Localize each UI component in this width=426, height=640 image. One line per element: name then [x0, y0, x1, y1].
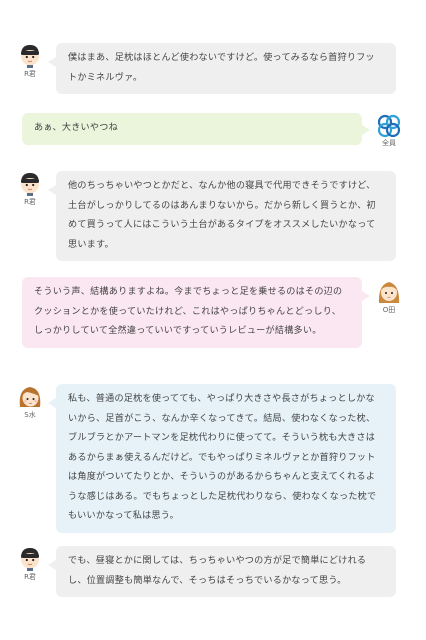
- bubble-tail: [48, 185, 56, 195]
- message-bubble: そういう声、結構ありますよね。今までちょっと足を乗せるのはその辺のクッションとか…: [22, 277, 362, 348]
- bubble-tail: [48, 398, 56, 408]
- speaker-avatar: R君: [10, 43, 50, 79]
- speaker-avatar: S水: [10, 384, 50, 420]
- speaker-avatar: R君: [10, 171, 50, 207]
- message-bubble: でも、昼寝とかに関しては、ちっちゃいやつの方が足で簡単にどけれるし、位置調整も簡…: [56, 546, 396, 597]
- boy-avatar-icon: [20, 547, 40, 572]
- boy-avatar-icon: [20, 172, 40, 197]
- girl-avatar-icon: [378, 281, 400, 304]
- bubble-tail: [48, 57, 56, 67]
- woman-avatar-icon: [19, 386, 41, 408]
- bubble-tail: [48, 560, 56, 570]
- group-logo-icon: [377, 114, 401, 138]
- message-bubble: 僕はまあ、足枕はほとんど使わないですけど。使ってみるなら首狩りフットかミネルヴァ…: [56, 43, 396, 94]
- speaker-name: R君: [24, 70, 36, 78]
- speaker-name: R君: [24, 573, 36, 581]
- message-bubble: 他のちっちゃいやつとかだと、なんか他の寝具で代用できそうですけど、土台がしっかり…: [56, 171, 396, 261]
- speaker-name: O田: [382, 306, 396, 314]
- speaker-name: 全員: [382, 139, 396, 147]
- speaker-avatar: 全員: [369, 114, 409, 148]
- speaker-name: R君: [24, 198, 36, 206]
- message-bubble: あぁ、大きいやつね: [22, 113, 362, 145]
- speaker-avatar: R君: [10, 546, 50, 582]
- boy-avatar-icon: [20, 44, 40, 69]
- message-bubble: 私も、普通の足枕を使ってても、やっぱり大きさや長さがちょっとしかないから、足首が…: [56, 384, 396, 533]
- speaker-avatar: O田: [369, 279, 409, 315]
- speaker-name: S水: [24, 411, 36, 419]
